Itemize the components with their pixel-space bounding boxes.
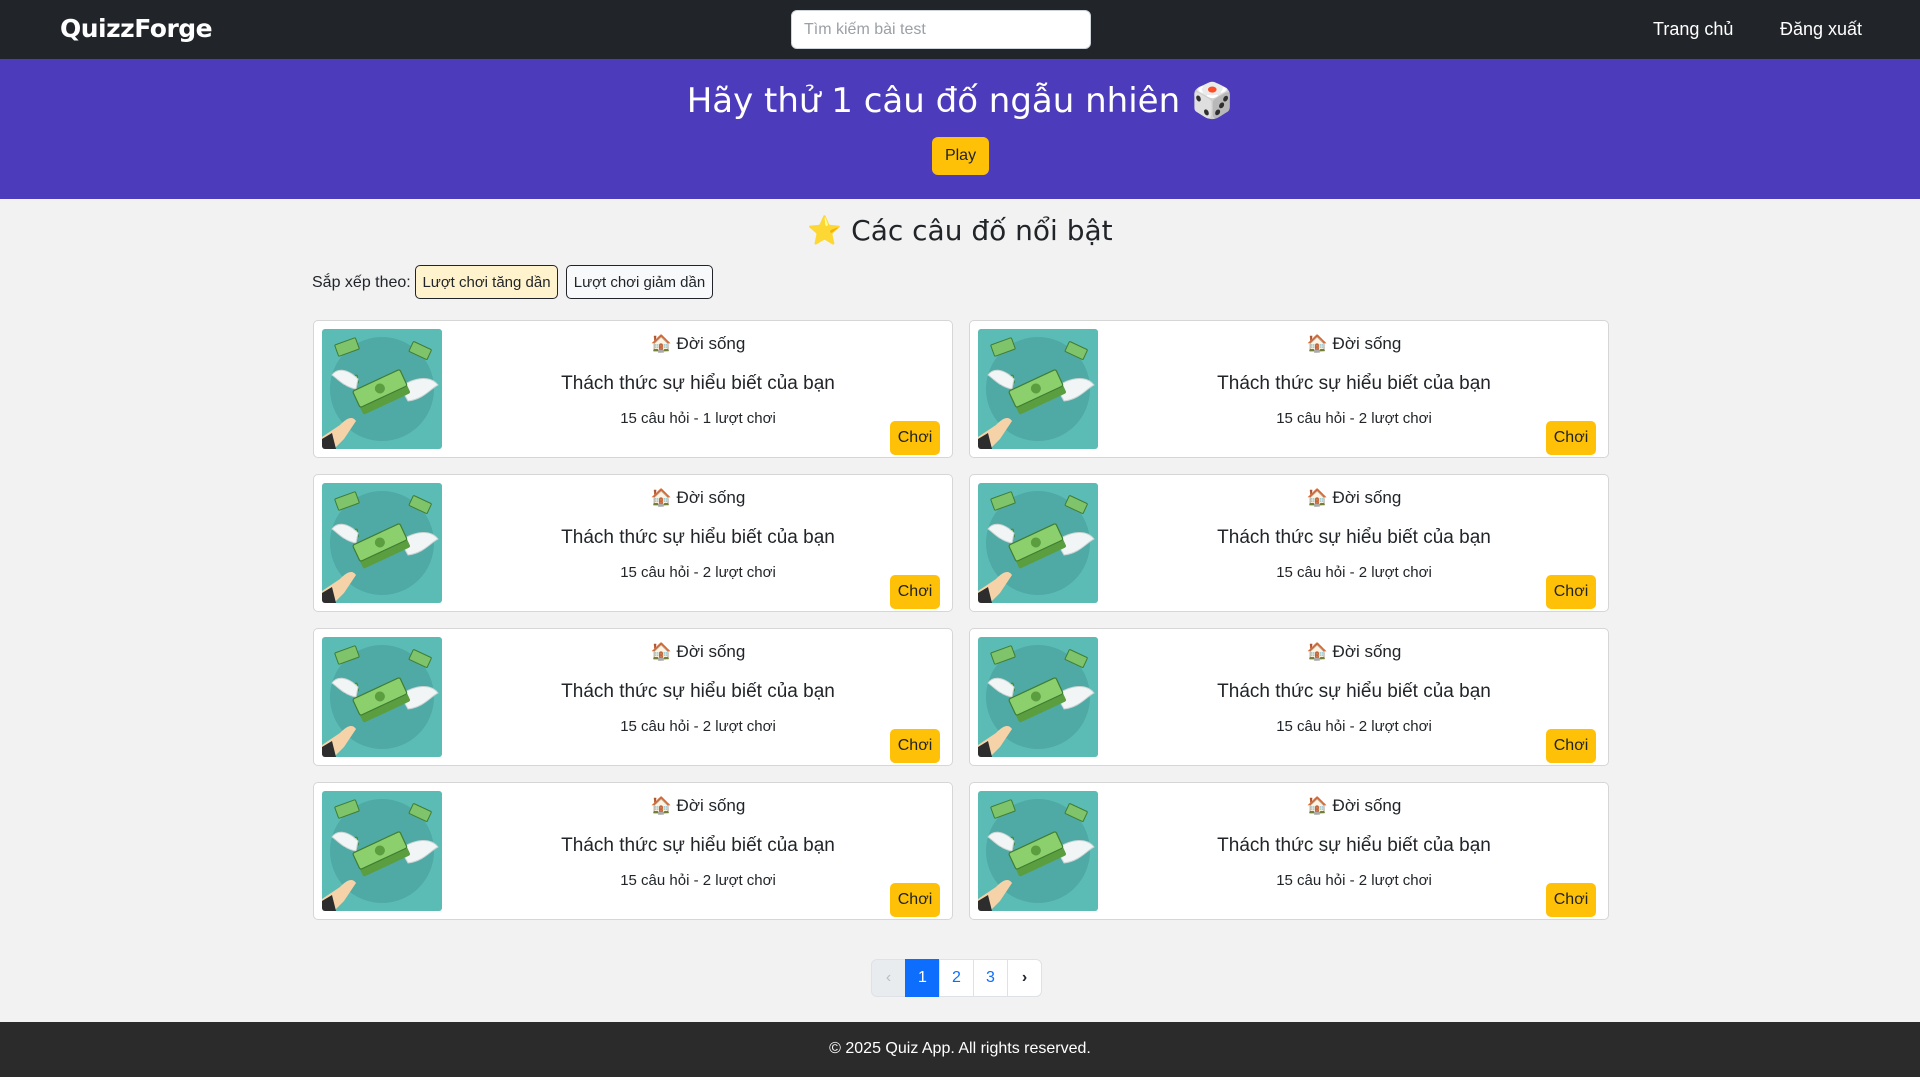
sort-ascending-button[interactable]: Lượt chơi tăng dần — [415, 265, 558, 299]
quiz-category: 🏠 Đời sống — [1306, 334, 1402, 353]
sort-descending-button[interactable]: Lượt chơi giảm dần — [566, 265, 713, 299]
quiz-card[interactable]: 🏠 Đời sống Thách thức sự hiểu biết của b… — [313, 628, 953, 766]
search-input[interactable] — [791, 10, 1091, 49]
flying-money-icon — [322, 791, 442, 911]
play-quiz-button[interactable]: Chơi — [890, 729, 940, 763]
flying-money-icon — [322, 483, 442, 603]
quiz-card[interactable]: 🏠 Đời sống Thách thức sự hiểu biết của b… — [313, 474, 953, 612]
flying-money-icon — [322, 329, 442, 449]
quiz-title: Thách thức sự hiểu biết của bạn — [561, 373, 835, 394]
play-quiz-button[interactable]: Chơi — [890, 883, 940, 917]
play-quiz-button[interactable]: Chơi — [1546, 421, 1596, 455]
quiz-title: Thách thức sự hiểu biết của bạn — [561, 681, 835, 702]
quiz-card[interactable]: 🏠 Đời sống Thách thức sự hiểu biết của b… — [969, 474, 1609, 612]
quiz-meta: 15 câu hỏi - 2 lượt chơi — [1276, 410, 1432, 427]
banner-title: Hãy thử 1 câu đố ngẫu nhiên 🎲 — [686, 81, 1234, 121]
play-quiz-button[interactable]: Chơi — [1546, 883, 1596, 917]
quiz-title: Thách thức sự hiểu biết của bạn — [561, 835, 835, 856]
copyright-text: © 2025 Quiz App. All rights reserved. — [829, 1040, 1091, 1057]
quiz-card[interactable]: 🏠 Đời sống Thách thức sự hiểu biết của b… — [969, 320, 1609, 458]
quiz-card[interactable]: 🏠 Đời sống Thách thức sự hiểu biết của b… — [313, 320, 953, 458]
page-3-button[interactable]: 3 — [973, 959, 1008, 997]
sort-label: Sắp xếp theo: — [312, 274, 411, 291]
featured-section-title: ⭐ Các câu đố nổi bật — [807, 214, 1113, 247]
nav-logout-link[interactable]: Đăng xuất — [1780, 19, 1862, 40]
quiz-meta: 15 câu hỏi - 2 lượt chơi — [620, 564, 776, 581]
quiz-category: 🏠 Đời sống — [1306, 488, 1402, 507]
quiz-meta: 15 câu hỏi - 2 lượt chơi — [1276, 564, 1432, 581]
quiz-title: Thách thức sự hiểu biết của bạn — [561, 527, 835, 548]
quiz-card[interactable]: 🏠 Đời sống Thách thức sự hiểu biết của b… — [969, 782, 1609, 920]
quiz-category: 🏠 Đời sống — [1306, 642, 1402, 661]
quiz-category: 🏠 Đời sống — [650, 642, 746, 661]
page-prev-button[interactable]: ‹ — [871, 959, 906, 997]
pagination: ‹ 1 2 3 › — [871, 959, 1042, 997]
random-quiz-banner: Hãy thử 1 câu đố ngẫu nhiên 🎲 Play — [0, 59, 1920, 199]
quiz-card[interactable]: 🏠 Đời sống Thách thức sự hiểu biết của b… — [313, 782, 953, 920]
quiz-category: 🏠 Đời sống — [650, 334, 746, 353]
nav-home-link[interactable]: Trang chủ — [1653, 19, 1733, 40]
play-quiz-button[interactable]: Chơi — [890, 421, 940, 455]
page-next-button[interactable]: › — [1007, 959, 1042, 997]
brand-logo[interactable]: QuizzForge — [60, 14, 213, 43]
quiz-category: 🏠 Đời sống — [1306, 796, 1402, 815]
flying-money-icon — [322, 637, 442, 757]
play-random-button[interactable]: Play — [932, 137, 989, 175]
flying-money-icon — [978, 483, 1098, 603]
quiz-title: Thách thức sự hiểu biết của bạn — [1217, 681, 1491, 702]
play-quiz-button[interactable]: Chơi — [1546, 729, 1596, 763]
quiz-title: Thách thức sự hiểu biết của bạn — [1217, 835, 1491, 856]
page-2-button[interactable]: 2 — [939, 959, 974, 997]
quiz-card[interactable]: 🏠 Đời sống Thách thức sự hiểu biết của b… — [969, 628, 1609, 766]
flying-money-icon — [978, 329, 1098, 449]
quiz-title: Thách thức sự hiểu biết của bạn — [1217, 373, 1491, 394]
footer: © 2025 Quiz App. All rights reserved. — [0, 1022, 1920, 1077]
quiz-category: 🏠 Đời sống — [650, 488, 746, 507]
quiz-category: 🏠 Đời sống — [650, 796, 746, 815]
navbar: QuizzForge Trang chủ Đăng xuất — [0, 0, 1920, 59]
play-quiz-button[interactable]: Chơi — [1546, 575, 1596, 609]
quiz-title: Thách thức sự hiểu biết của bạn — [1217, 527, 1491, 548]
play-quiz-button[interactable]: Chơi — [890, 575, 940, 609]
quiz-meta: 15 câu hỏi - 2 lượt chơi — [1276, 872, 1432, 889]
quiz-meta: 15 câu hỏi - 1 lượt chơi — [620, 410, 776, 427]
quiz-meta: 15 câu hỏi - 2 lượt chơi — [620, 718, 776, 735]
flying-money-icon — [978, 791, 1098, 911]
quiz-meta: 15 câu hỏi - 2 lượt chơi — [620, 872, 776, 889]
flying-money-icon — [978, 637, 1098, 757]
quiz-meta: 15 câu hỏi - 2 lượt chơi — [1276, 718, 1432, 735]
page-1-button[interactable]: 1 — [905, 959, 940, 997]
